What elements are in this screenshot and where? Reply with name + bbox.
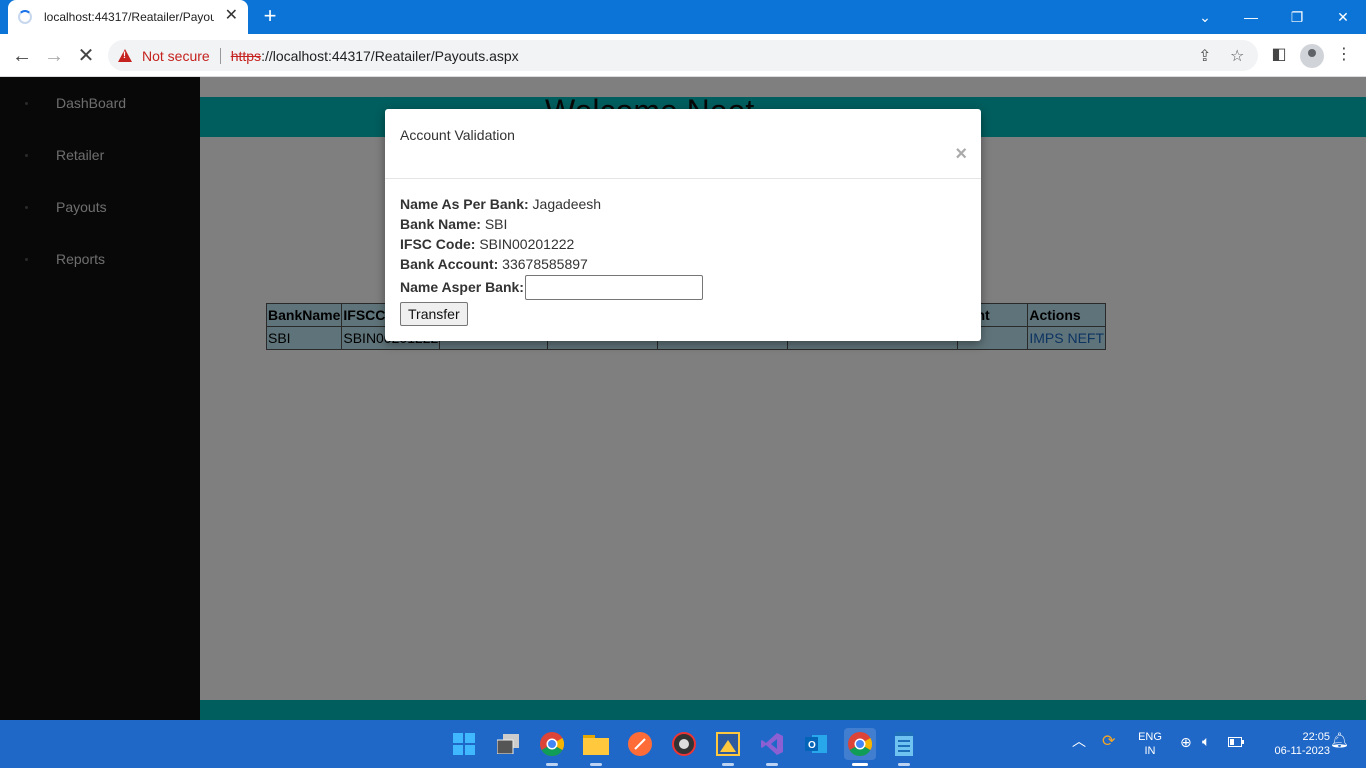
sync-icon[interactable]: ⟳ bbox=[1102, 734, 1115, 750]
modal-body: Name As Per Bank: Jagadeesh Bank Name: S… bbox=[385, 179, 981, 326]
field-value: Jagadeesh bbox=[532, 196, 602, 212]
close-window-button[interactable]: ✕ bbox=[1320, 0, 1366, 34]
tab-title: localhost:44317/Reatailer/Payouts.aspx bbox=[44, 10, 214, 24]
chrome-active-icon[interactable] bbox=[844, 728, 876, 766]
modal-title: Account Validation bbox=[400, 127, 515, 143]
running-indicator bbox=[546, 763, 558, 766]
browser-tab-strip: localhost:44317/Reatailer/Payouts.aspx ✕… bbox=[0, 0, 1366, 34]
name-asper-bank-input[interactable] bbox=[524, 274, 703, 300]
field-bank-account: Bank Account: 33678585897 bbox=[400, 254, 966, 274]
volume-icon[interactable]: 🔈︎ bbox=[1202, 734, 1210, 748]
name-input-row: Name Asper Bank: bbox=[400, 274, 966, 300]
chrome-icon[interactable] bbox=[536, 728, 568, 766]
browser-tab[interactable]: localhost:44317/Reatailer/Payouts.aspx ✕ bbox=[8, 0, 248, 34]
chevron-up-icon[interactable]: ︿ bbox=[1072, 734, 1086, 748]
clock-date: 06-11-2023 bbox=[1274, 745, 1330, 757]
modal-header: Account Validation × bbox=[385, 109, 981, 179]
windows-taskbar: O ︿ ⟳ ENG IN ⊕ 🔈︎ 22:05 06-11-2023 🔔︎ bbox=[0, 720, 1366, 768]
name-input-label: Name Asper Bank: bbox=[400, 279, 524, 295]
field-value: SBI bbox=[484, 216, 508, 232]
postman-icon[interactable] bbox=[624, 728, 656, 760]
running-indicator bbox=[766, 763, 778, 766]
image-editor-icon[interactable] bbox=[712, 728, 744, 766]
address-toolbar: ← → ✕ Not secure https://localhost:44317… bbox=[0, 34, 1366, 77]
region-code: IN bbox=[1144, 745, 1156, 757]
new-tab-button[interactable]: + bbox=[258, 5, 282, 29]
side-panel-icon[interactable]: ◧ bbox=[1268, 44, 1290, 66]
running-indicator bbox=[722, 763, 734, 766]
field-value: 33678585897 bbox=[502, 256, 588, 272]
running-indicator bbox=[590, 763, 602, 766]
windows-start-icon[interactable] bbox=[448, 728, 480, 760]
running-indicator bbox=[898, 763, 910, 766]
field-name-per-bank: Name As Per Bank: Jagadeesh bbox=[400, 194, 966, 214]
language-code: ENG bbox=[1138, 731, 1162, 743]
url-path: ://localhost:44317/Reatailer/Payouts.asp… bbox=[261, 47, 519, 64]
minimize-button[interactable]: — bbox=[1228, 0, 1274, 34]
app-icon[interactable] bbox=[668, 728, 700, 760]
profile-avatar-icon[interactable] bbox=[1300, 44, 1324, 68]
field-label: Bank Name: bbox=[400, 216, 481, 232]
warning-icon bbox=[118, 49, 132, 62]
network-globe-icon[interactable]: ⊕ bbox=[1180, 735, 1192, 749]
clock-time: 22:05 bbox=[1302, 731, 1330, 743]
share-icon[interactable]: ⇪ bbox=[1198, 46, 1211, 66]
outlook-icon[interactable]: O bbox=[800, 728, 832, 760]
close-icon[interactable]: × bbox=[955, 143, 967, 166]
back-arrow-icon[interactable]: ← bbox=[9, 43, 35, 69]
task-view-icon[interactable] bbox=[492, 728, 524, 760]
tab-close-icon[interactable]: ✕ bbox=[225, 8, 238, 24]
menu-kebab-icon[interactable]: ⋮ bbox=[1333, 44, 1355, 66]
battery-icon[interactable] bbox=[1228, 737, 1244, 751]
restore-button[interactable]: ❐ bbox=[1274, 0, 1320, 34]
notification-bell-icon[interactable]: 🔔︎ bbox=[1330, 733, 1349, 748]
account-validation-modal: Account Validation × Name As Per Bank: J… bbox=[385, 109, 981, 341]
visual-studio-icon[interactable] bbox=[756, 728, 788, 766]
svg-text:O: O bbox=[808, 740, 816, 751]
omnibox[interactable]: Not secure https://localhost:44317/Reata… bbox=[108, 40, 1258, 71]
file-explorer-icon[interactable] bbox=[580, 728, 612, 766]
forward-arrow-icon[interactable]: → bbox=[41, 43, 67, 69]
clock[interactable]: 22:05 06-11-2023 bbox=[1254, 730, 1330, 758]
stop-loading-icon[interactable]: ✕ bbox=[73, 43, 99, 69]
field-value: SBIN00201222 bbox=[479, 236, 575, 252]
loading-spinner-icon bbox=[18, 10, 32, 24]
field-label: Bank Account: bbox=[400, 256, 499, 272]
url-text[interactable]: https://localhost:44317/Reatailer/Payout… bbox=[231, 48, 519, 64]
transfer-button[interactable]: Transfer bbox=[400, 302, 468, 326]
field-ifsc-code: IFSC Code: SBIN00201222 bbox=[400, 234, 966, 254]
security-status[interactable]: Not secure bbox=[142, 48, 210, 64]
bookmark-star-icon[interactable]: ☆ bbox=[1230, 46, 1244, 66]
divider bbox=[219, 47, 221, 64]
tab-search-icon[interactable]: ⌄ bbox=[1182, 0, 1228, 34]
field-label: IFSC Code: bbox=[400, 236, 476, 252]
notepad-icon[interactable] bbox=[888, 728, 920, 766]
language-indicator[interactable]: ENG IN bbox=[1134, 730, 1166, 758]
field-bank-name: Bank Name: SBI bbox=[400, 214, 966, 234]
url-scheme: https bbox=[230, 47, 262, 64]
field-label: Name As Per Bank: bbox=[400, 196, 529, 212]
active-indicator bbox=[852, 763, 868, 766]
